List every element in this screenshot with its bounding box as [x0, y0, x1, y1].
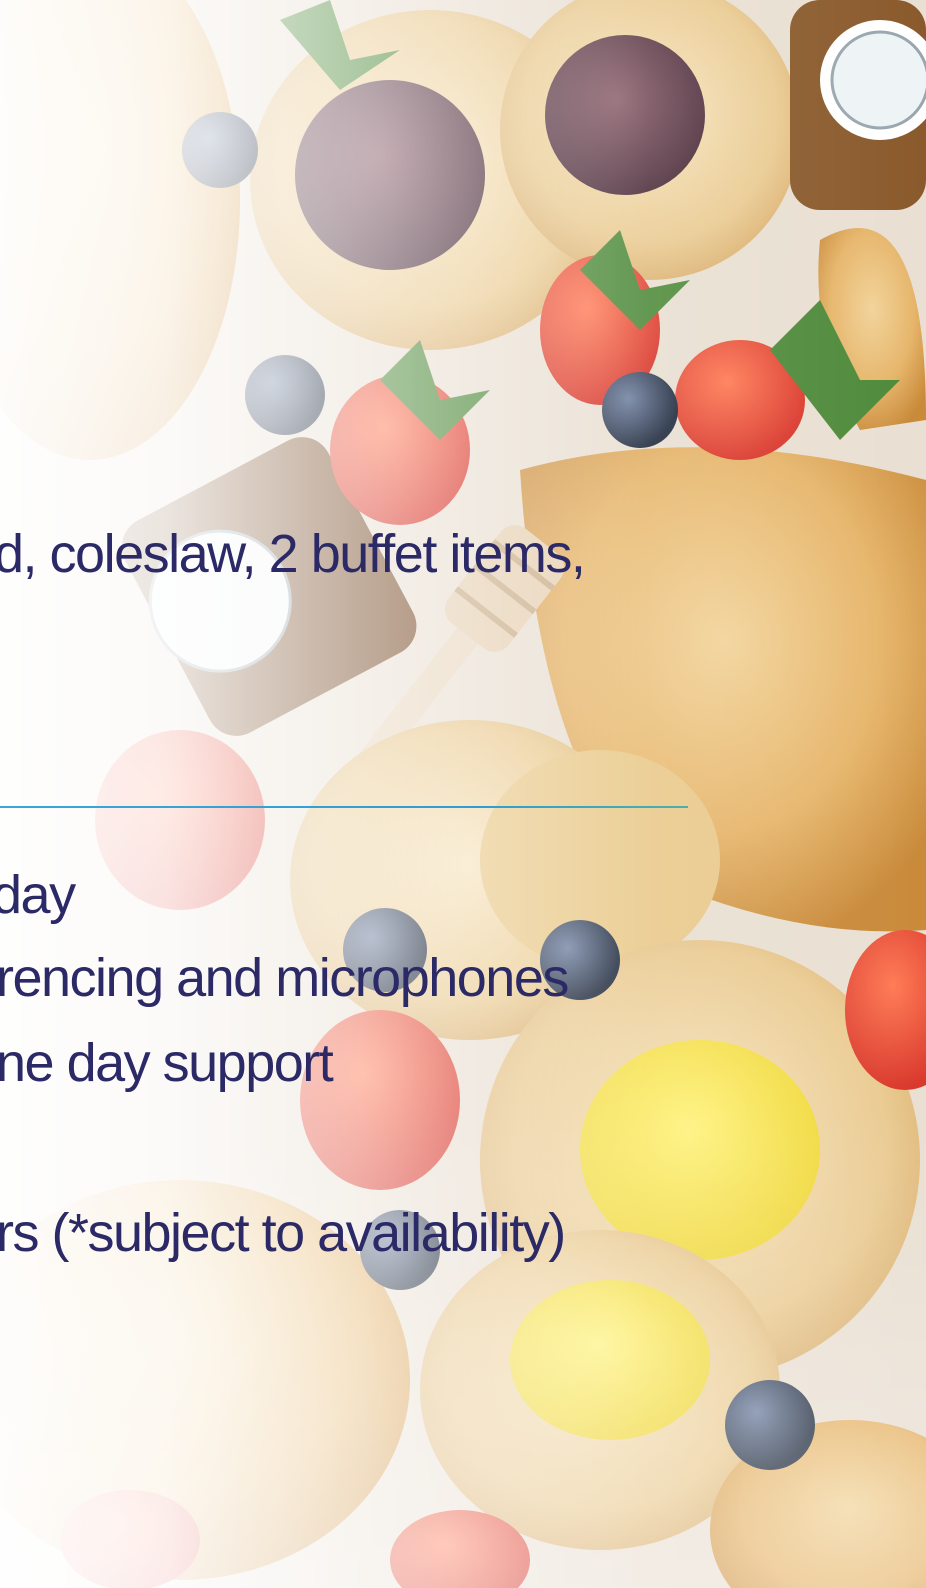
availability-text: rs (*subject to availability)	[0, 1203, 566, 1263]
catering-text: d, coleslaw, 2 buffet items,	[0, 524, 586, 584]
day-text: day	[0, 865, 76, 925]
conferencing-text: rencing and microphones	[0, 948, 569, 1008]
support-text: ne day support	[0, 1033, 334, 1093]
section-divider	[0, 806, 688, 808]
bottom-fade-overlay	[0, 0, 926, 1588]
